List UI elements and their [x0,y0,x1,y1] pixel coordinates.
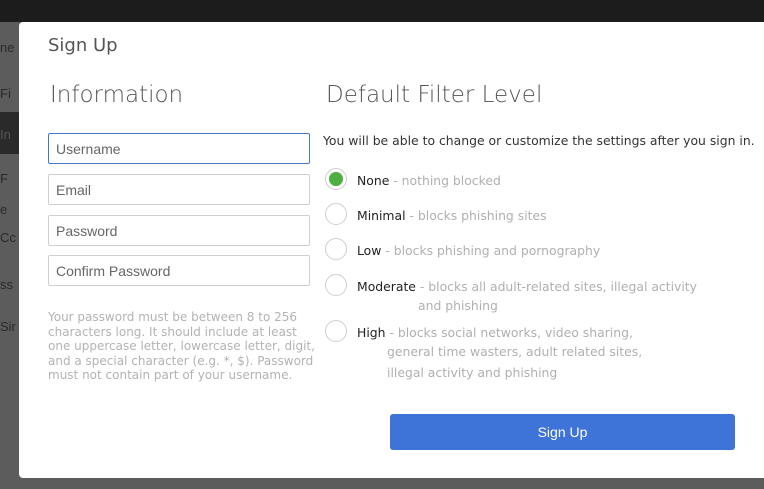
email-input[interactable] [48,174,310,205]
sign-up-button[interactable]: Sign Up [390,414,735,450]
background-text-fragment: e [0,202,8,217]
option-name: Low [357,243,382,258]
option-description-continued: and phishing [418,298,498,313]
background-text-fragment: Sir [0,319,16,334]
option-description: - blocks social networks, video sharing, [385,325,633,340]
radio-high[interactable] [325,320,347,342]
filter-intro-text: You will be able to change or customize … [323,133,755,148]
option-description-continued: general time wasters, adult related site… [387,344,643,359]
background-text-fragment: Cc [0,230,16,245]
option-name: High [357,325,386,340]
option-description-continued: illegal activity and phishing [387,365,558,380]
modal-title: Sign Up [48,35,118,56]
option-description: - blocks phishing and pornography [381,243,601,258]
password-requirements-text: Your password must be between 8 to 256 c… [48,310,315,383]
option-name: Minimal [357,208,406,223]
option-name: Moderate [357,279,416,294]
option-description: - nothing blocked [389,173,501,188]
radio-none[interactable] [325,168,347,190]
background-text-fragment: Fi [0,86,11,101]
option-description: - blocks all adult-related sites, illega… [415,279,697,294]
password-input[interactable] [48,215,310,246]
option-name: None [357,173,390,188]
radio-minimal[interactable] [325,203,347,225]
confirm-password-input[interactable] [48,255,310,286]
background-text-fragment: In [0,127,11,142]
signup-modal: Sign Up Information Default Filter Level… [19,22,764,478]
information-heading: Information [50,82,184,108]
radio-low[interactable] [325,238,347,260]
radio-moderate[interactable] [325,274,347,296]
background-text-fragment: ss [0,277,13,292]
username-input[interactable] [48,133,310,164]
background-topbar [0,0,764,22]
filter-level-heading: Default Filter Level [326,82,543,108]
background-text-fragment: ne [0,40,15,55]
option-description: - blocks phishing sites [405,208,547,223]
background-text-fragment: F [0,171,8,186]
